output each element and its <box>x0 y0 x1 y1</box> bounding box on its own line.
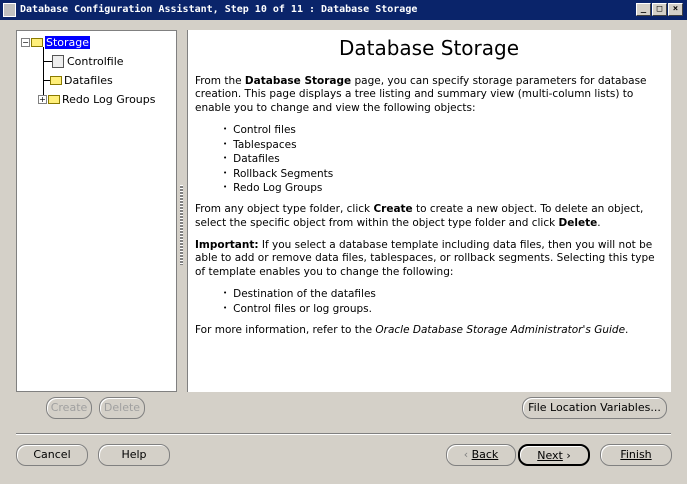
expand-icon[interactable]: + <box>38 94 47 104</box>
controlfile-icon <box>52 54 64 68</box>
object-list: Control files Tablespaces Datafiles Roll… <box>233 123 663 195</box>
next-button[interactable]: Next › <box>518 444 590 466</box>
minimize-button[interactable]: _ <box>636 3 651 16</box>
tree-item-datafiles[interactable]: Datafiles <box>44 72 113 88</box>
collapse-icon[interactable]: − <box>21 37 30 47</box>
tree-item-storage[interactable]: − Storage <box>21 34 91 50</box>
folder-icon <box>31 37 43 47</box>
help-panel: Database Storage From the Database Stora… <box>187 30 671 392</box>
close-button[interactable]: × <box>668 3 683 16</box>
list-item: Redo Log Groups <box>233 181 663 195</box>
window-title: Database Configuration Assistant, Step 1… <box>20 4 418 15</box>
create-button[interactable]: Create <box>46 397 92 419</box>
tree-item-redo-log-groups[interactable]: + Redo Log Groups <box>38 91 156 107</box>
delete-button[interactable]: Delete <box>99 397 145 419</box>
back-arrow-icon: ‹ <box>463 448 472 461</box>
more-info-text: For more information, refer to the Oracl… <box>195 324 629 337</box>
divider <box>16 433 671 435</box>
help-button[interactable]: Help <box>98 444 170 466</box>
back-button[interactable]: ‹ Back <box>446 444 516 466</box>
storage-tree[interactable]: − Storage Controlfile Datafiles + Redo Log… <box>16 30 177 392</box>
important-text: Important: If you select a database temp… <box>195 238 655 278</box>
title-bar: Database Configuration Assistant, Step 1… <box>0 0 687 20</box>
list-item: Datafiles <box>233 152 663 166</box>
intro-text: From the Database Storage page, you can … <box>195 74 647 114</box>
page-title: Database Storage <box>338 36 520 60</box>
next-arrow-icon: › <box>562 449 571 462</box>
create-delete-text: From any object type folder, click Creat… <box>195 203 644 229</box>
tree-item-controlfile[interactable]: Controlfile <box>44 53 124 69</box>
list-item: Destination of the datafiles <box>233 287 663 301</box>
list-item: Rollback Segments <box>233 167 663 181</box>
finish-button[interactable]: Finish <box>600 444 672 466</box>
app-icon <box>3 3 16 17</box>
template-list: Destination of the datafiles Control fil… <box>233 287 663 316</box>
list-item: Control files <box>233 123 663 137</box>
list-item: Control files or log groups. <box>233 302 663 316</box>
folder-icon <box>50 75 62 85</box>
file-location-variables-button[interactable]: File Location Variables... <box>522 397 667 419</box>
splitter-handle[interactable] <box>180 185 183 265</box>
folder-icon <box>48 94 60 104</box>
cancel-button[interactable]: Cancel <box>16 444 88 466</box>
list-item: Tablespaces <box>233 138 663 152</box>
maximize-button[interactable]: □ <box>652 3 667 16</box>
